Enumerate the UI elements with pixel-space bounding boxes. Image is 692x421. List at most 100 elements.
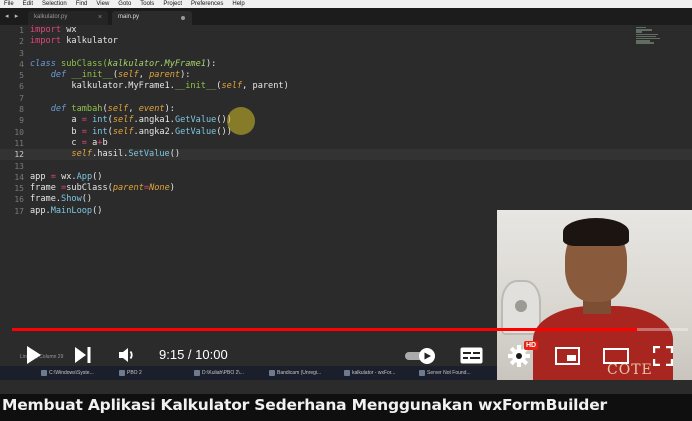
code-text: wx <box>61 25 77 35</box>
code-method: GetValue <box>174 115 217 126</box>
code-text: .angka1. <box>133 115 175 126</box>
menu-view: View <box>96 1 110 7</box>
line-number: 13 <box>14 161 24 171</box>
code-line: def __init__(self, parent): <box>30 70 289 81</box>
code-self: self <box>118 70 139 81</box>
code-text: c <box>30 137 82 148</box>
progress-fill <box>12 328 638 331</box>
code-function-name: tambah <box>66 104 103 115</box>
tab-kalkulator: kalkulator.py × <box>28 11 108 25</box>
line-number: 2 <box>19 37 24 47</box>
mouse-cursor-highlight <box>227 107 255 135</box>
person-hair <box>563 218 629 246</box>
code-self: self <box>112 126 134 137</box>
code-text: a <box>86 137 98 148</box>
code-text: ): <box>180 70 191 81</box>
line-number: 17 <box>14 206 24 216</box>
code-text: ): <box>164 104 175 115</box>
line-number: 5 <box>19 71 24 81</box>
player-controls: 9:15 / 10:00 HD <box>0 336 692 376</box>
captions-icon[interactable] <box>460 347 483 364</box>
code-line: class subClass(kalkulator.MyFrame1): <box>30 59 289 70</box>
time-display: 9:15 / 10:00 <box>159 347 228 362</box>
miniplayer-icon[interactable] <box>555 347 580 365</box>
code-builtin: int <box>92 126 108 137</box>
code-param: event <box>138 104 165 115</box>
code-text: kalkulator.MyFrame1. <box>30 81 175 92</box>
line-number: 4 <box>19 59 24 69</box>
code-method: Show <box>61 194 82 205</box>
line-number: 11 <box>14 138 24 148</box>
code-self: self <box>107 104 129 115</box>
hd-badge: HD <box>524 341 539 350</box>
code-class-name: subClass( <box>55 58 108 69</box>
menu-file: File <box>4 1 14 7</box>
code-builtin: int <box>92 115 108 126</box>
line-number: 7 <box>19 93 24 103</box>
play-icon[interactable] <box>26 345 42 365</box>
line-number-current: 12 <box>14 150 24 160</box>
code-function-name: __init__ <box>66 70 113 81</box>
code-line: app.MainLoop() <box>30 206 289 217</box>
editor-tabbar: ◂ ▸ kalkulator.py × main.py <box>0 8 692 25</box>
progress-bar[interactable] <box>12 328 688 331</box>
code-line: app = wx.App() <box>30 172 289 183</box>
code-method: SetValue <box>128 149 170 160</box>
menu-goto: Goto <box>118 1 132 7</box>
code-line: frame.Show() <box>30 194 289 205</box>
code-text: () <box>81 194 93 205</box>
code-text: kalkulator <box>61 36 118 47</box>
code-text: ): <box>205 58 217 69</box>
code-line: kalkulator.MyFrame1.__init__(self, paren… <box>30 81 289 92</box>
fullscreen-icon[interactable] <box>653 346 673 366</box>
line-number: 1 <box>19 26 24 35</box>
code-keyword: def <box>50 70 67 81</box>
autoplay-toggle[interactable] <box>405 348 437 364</box>
code-text: .hasil. <box>92 149 129 160</box>
code-line: c = a+b <box>30 138 289 149</box>
code-text: , <box>138 70 150 81</box>
next-icon[interactable] <box>74 346 92 364</box>
theater-mode-icon[interactable] <box>603 348 629 364</box>
code-self: self <box>221 81 243 92</box>
line-number: 14 <box>14 172 24 182</box>
code-text: () <box>169 149 181 160</box>
tab-label: kalkulator.py <box>34 14 68 20</box>
video-title[interactable]: Membuat Aplikasi Kalkulator Sederhana Me… <box>2 396 607 414</box>
fan-image <box>501 280 541 335</box>
code-param: parent <box>112 183 144 194</box>
code-base-class: kalkulator.MyFrame1 <box>107 58 206 69</box>
video-frame[interactable]: File Edit Selection Find View Goto Tools… <box>0 0 692 394</box>
code-text: , <box>128 104 139 115</box>
line-number: 9 <box>19 116 24 126</box>
tab-nav-arrows-icon: ◂ ▸ <box>5 12 21 20</box>
code-method: MainLoop <box>50 205 93 216</box>
code-text: , parent) <box>242 81 289 92</box>
code-text: b <box>30 126 82 137</box>
menu-find: Find <box>75 1 88 7</box>
tab-label: main.py <box>118 14 140 20</box>
code-text: .angka2. <box>133 126 175 137</box>
line-gutter: 1 2 3 4 5 6 7 8 9 10 11 12 13 14 15 16 1… <box>0 25 24 217</box>
line-number: 8 <box>19 105 24 115</box>
code-text: frame. <box>30 194 62 205</box>
code-text: wx. <box>55 171 77 182</box>
code-param: parent <box>149 70 181 81</box>
code-line: import wx <box>30 25 289 36</box>
code-self: self <box>112 115 134 126</box>
code-line: import kalkulator <box>30 36 289 47</box>
code-text: app. <box>30 205 51 216</box>
volume-icon[interactable] <box>118 346 136 364</box>
menu-project: Project <box>163 1 182 7</box>
code-text: frame <box>30 183 62 194</box>
code-line: frame =subClass(parent=None) <box>30 183 289 194</box>
code-constant: None <box>149 183 170 194</box>
code-method: App <box>76 171 93 182</box>
line-number: 16 <box>14 195 24 205</box>
code-method: GetValue <box>174 126 217 137</box>
